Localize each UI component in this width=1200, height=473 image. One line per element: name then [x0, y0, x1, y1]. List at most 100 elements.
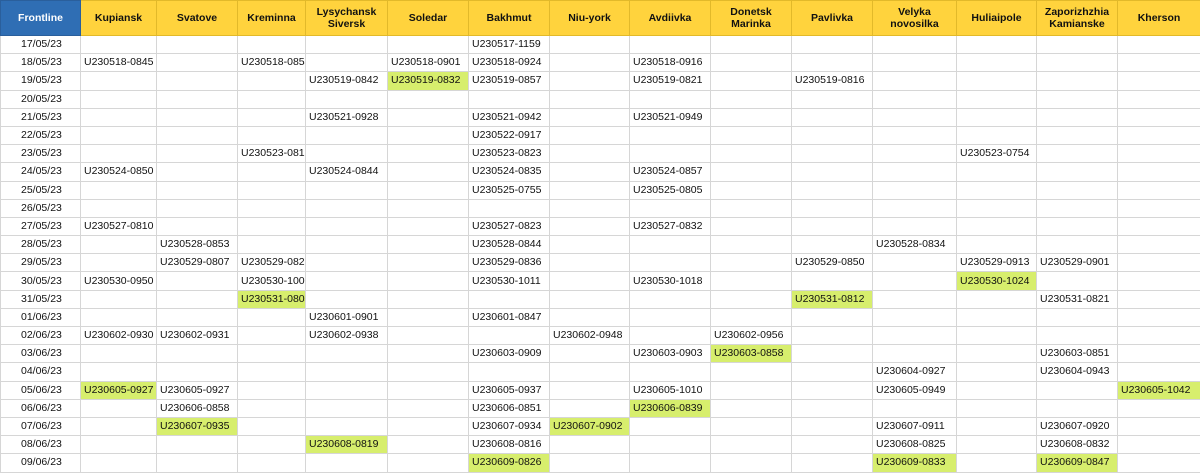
cell-soledar[interactable] — [388, 436, 469, 454]
cell-bakhmut[interactable]: U230522-0917 — [469, 126, 550, 144]
cell-kreminna[interactable] — [238, 36, 306, 54]
cell-kherson[interactable] — [1118, 254, 1200, 272]
cell-velyka-novosilka[interactable] — [873, 36, 957, 54]
cell-kherson[interactable] — [1118, 345, 1200, 363]
cell-zaporizhzhia-kamianske[interactable] — [1037, 163, 1118, 181]
cell-bakhmut[interactable]: U230518-0924 — [469, 54, 550, 72]
cell-kupiansk[interactable] — [81, 181, 157, 199]
cell-kreminna[interactable]: U230531-0804 — [238, 290, 306, 308]
cell-huliaipole[interactable] — [957, 436, 1037, 454]
cell-zaporizhzhia-kamianske[interactable]: U230531-0821 — [1037, 290, 1118, 308]
date-cell[interactable]: 22/05/23 — [1, 126, 81, 144]
cell-kreminna[interactable] — [238, 308, 306, 326]
cell-niu-york[interactable]: U230602-0948 — [550, 327, 630, 345]
cell-lysychansk-siversk[interactable] — [306, 36, 388, 54]
cell-pavlivka[interactable] — [792, 236, 873, 254]
cell-avdiivka[interactable] — [630, 90, 711, 108]
cell-svatove[interactable]: U230602-0931 — [157, 327, 238, 345]
cell-avdiivka[interactable] — [630, 254, 711, 272]
date-cell[interactable]: 18/05/23 — [1, 54, 81, 72]
cell-huliaipole[interactable] — [957, 36, 1037, 54]
cell-soledar[interactable] — [388, 399, 469, 417]
column-header-lysychansk-siversk[interactable]: Lysychansk Siversk — [306, 1, 388, 36]
cell-lysychansk-siversk[interactable] — [306, 54, 388, 72]
cell-velyka-novosilka[interactable] — [873, 345, 957, 363]
cell-soledar[interactable] — [388, 363, 469, 381]
cell-donetsk-marinka[interactable] — [711, 145, 792, 163]
cell-bakhmut[interactable]: U230605-0937 — [469, 381, 550, 399]
cell-zaporizhzhia-kamianske[interactable] — [1037, 126, 1118, 144]
date-cell[interactable]: 23/05/23 — [1, 145, 81, 163]
cell-soledar[interactable] — [388, 308, 469, 326]
cell-kupiansk[interactable] — [81, 108, 157, 126]
cell-velyka-novosilka[interactable] — [873, 145, 957, 163]
cell-bakhmut[interactable] — [469, 90, 550, 108]
cell-bakhmut[interactable]: U230601-0847 — [469, 308, 550, 326]
cell-kupiansk[interactable]: U230602-0930 — [81, 327, 157, 345]
cell-avdiivka[interactable] — [630, 454, 711, 472]
date-cell[interactable]: 29/05/23 — [1, 254, 81, 272]
cell-donetsk-marinka[interactable] — [711, 236, 792, 254]
cell-svatove[interactable]: U230529-0807 — [157, 254, 238, 272]
cell-kupiansk[interactable] — [81, 363, 157, 381]
cell-svatove[interactable] — [157, 217, 238, 235]
column-header-avdiivka[interactable]: Avdiivka — [630, 1, 711, 36]
cell-velyka-novosilka[interactable]: U230607-0911 — [873, 417, 957, 435]
cell-niu-york[interactable] — [550, 126, 630, 144]
cell-kreminna[interactable] — [238, 363, 306, 381]
column-header-pavlivka[interactable]: Pavlivka — [792, 1, 873, 36]
cell-kherson[interactable] — [1118, 236, 1200, 254]
cell-bakhmut[interactable]: U230607-0934 — [469, 417, 550, 435]
cell-pavlivka[interactable] — [792, 181, 873, 199]
cell-niu-york[interactable] — [550, 199, 630, 217]
cell-velyka-novosilka[interactable] — [873, 54, 957, 72]
cell-zaporizhzhia-kamianske[interactable] — [1037, 36, 1118, 54]
cell-svatove[interactable] — [157, 145, 238, 163]
cell-svatove[interactable] — [157, 108, 238, 126]
date-cell[interactable]: 21/05/23 — [1, 108, 81, 126]
cell-donetsk-marinka[interactable] — [711, 381, 792, 399]
cell-lysychansk-siversk[interactable] — [306, 381, 388, 399]
cell-zaporizhzhia-kamianske[interactable] — [1037, 181, 1118, 199]
cell-lysychansk-siversk[interactable] — [306, 90, 388, 108]
cell-huliaipole[interactable] — [957, 454, 1037, 472]
cell-lysychansk-siversk[interactable] — [306, 417, 388, 435]
cell-bakhmut[interactable]: U230608-0816 — [469, 436, 550, 454]
cell-soledar[interactable] — [388, 108, 469, 126]
cell-huliaipole[interactable] — [957, 236, 1037, 254]
cell-lysychansk-siversk[interactable] — [306, 236, 388, 254]
cell-pavlivka[interactable] — [792, 363, 873, 381]
column-header-kherson[interactable]: Kherson — [1118, 1, 1200, 36]
cell-kherson[interactable] — [1118, 272, 1200, 290]
cell-avdiivka[interactable] — [630, 290, 711, 308]
cell-velyka-novosilka[interactable] — [873, 327, 957, 345]
cell-kreminna[interactable] — [238, 236, 306, 254]
cell-soledar[interactable]: U230518-0901 — [388, 54, 469, 72]
cell-huliaipole[interactable] — [957, 54, 1037, 72]
column-header-zaporizhzhia-kamianske[interactable]: Zaporizhzhia Kamianske — [1037, 1, 1118, 36]
cell-avdiivka[interactable]: U230527-0832 — [630, 217, 711, 235]
cell-niu-york[interactable]: U230607-0902 — [550, 417, 630, 435]
cell-kreminna[interactable] — [238, 454, 306, 472]
cell-avdiivka[interactable] — [630, 327, 711, 345]
cell-zaporizhzhia-kamianske[interactable]: U230603-0851 — [1037, 345, 1118, 363]
cell-lysychansk-siversk[interactable] — [306, 454, 388, 472]
cell-pavlivka[interactable]: U230529-0850 — [792, 254, 873, 272]
cell-pavlivka[interactable] — [792, 126, 873, 144]
cell-svatove[interactable] — [157, 36, 238, 54]
column-header-soledar[interactable]: Soledar — [388, 1, 469, 36]
cell-soledar[interactable]: U230519-0832 — [388, 72, 469, 90]
cell-soledar[interactable] — [388, 181, 469, 199]
cell-kupiansk[interactable] — [81, 308, 157, 326]
cell-pavlivka[interactable] — [792, 436, 873, 454]
cell-kupiansk[interactable]: U230530-0950 — [81, 272, 157, 290]
cell-kupiansk[interactable] — [81, 345, 157, 363]
cell-zaporizhzhia-kamianske[interactable] — [1037, 399, 1118, 417]
cell-niu-york[interactable] — [550, 290, 630, 308]
cell-avdiivka[interactable] — [630, 436, 711, 454]
cell-donetsk-marinka[interactable] — [711, 308, 792, 326]
date-cell[interactable]: 09/06/23 — [1, 454, 81, 472]
cell-lysychansk-siversk[interactable] — [306, 363, 388, 381]
cell-soledar[interactable] — [388, 126, 469, 144]
cell-huliaipole[interactable] — [957, 181, 1037, 199]
